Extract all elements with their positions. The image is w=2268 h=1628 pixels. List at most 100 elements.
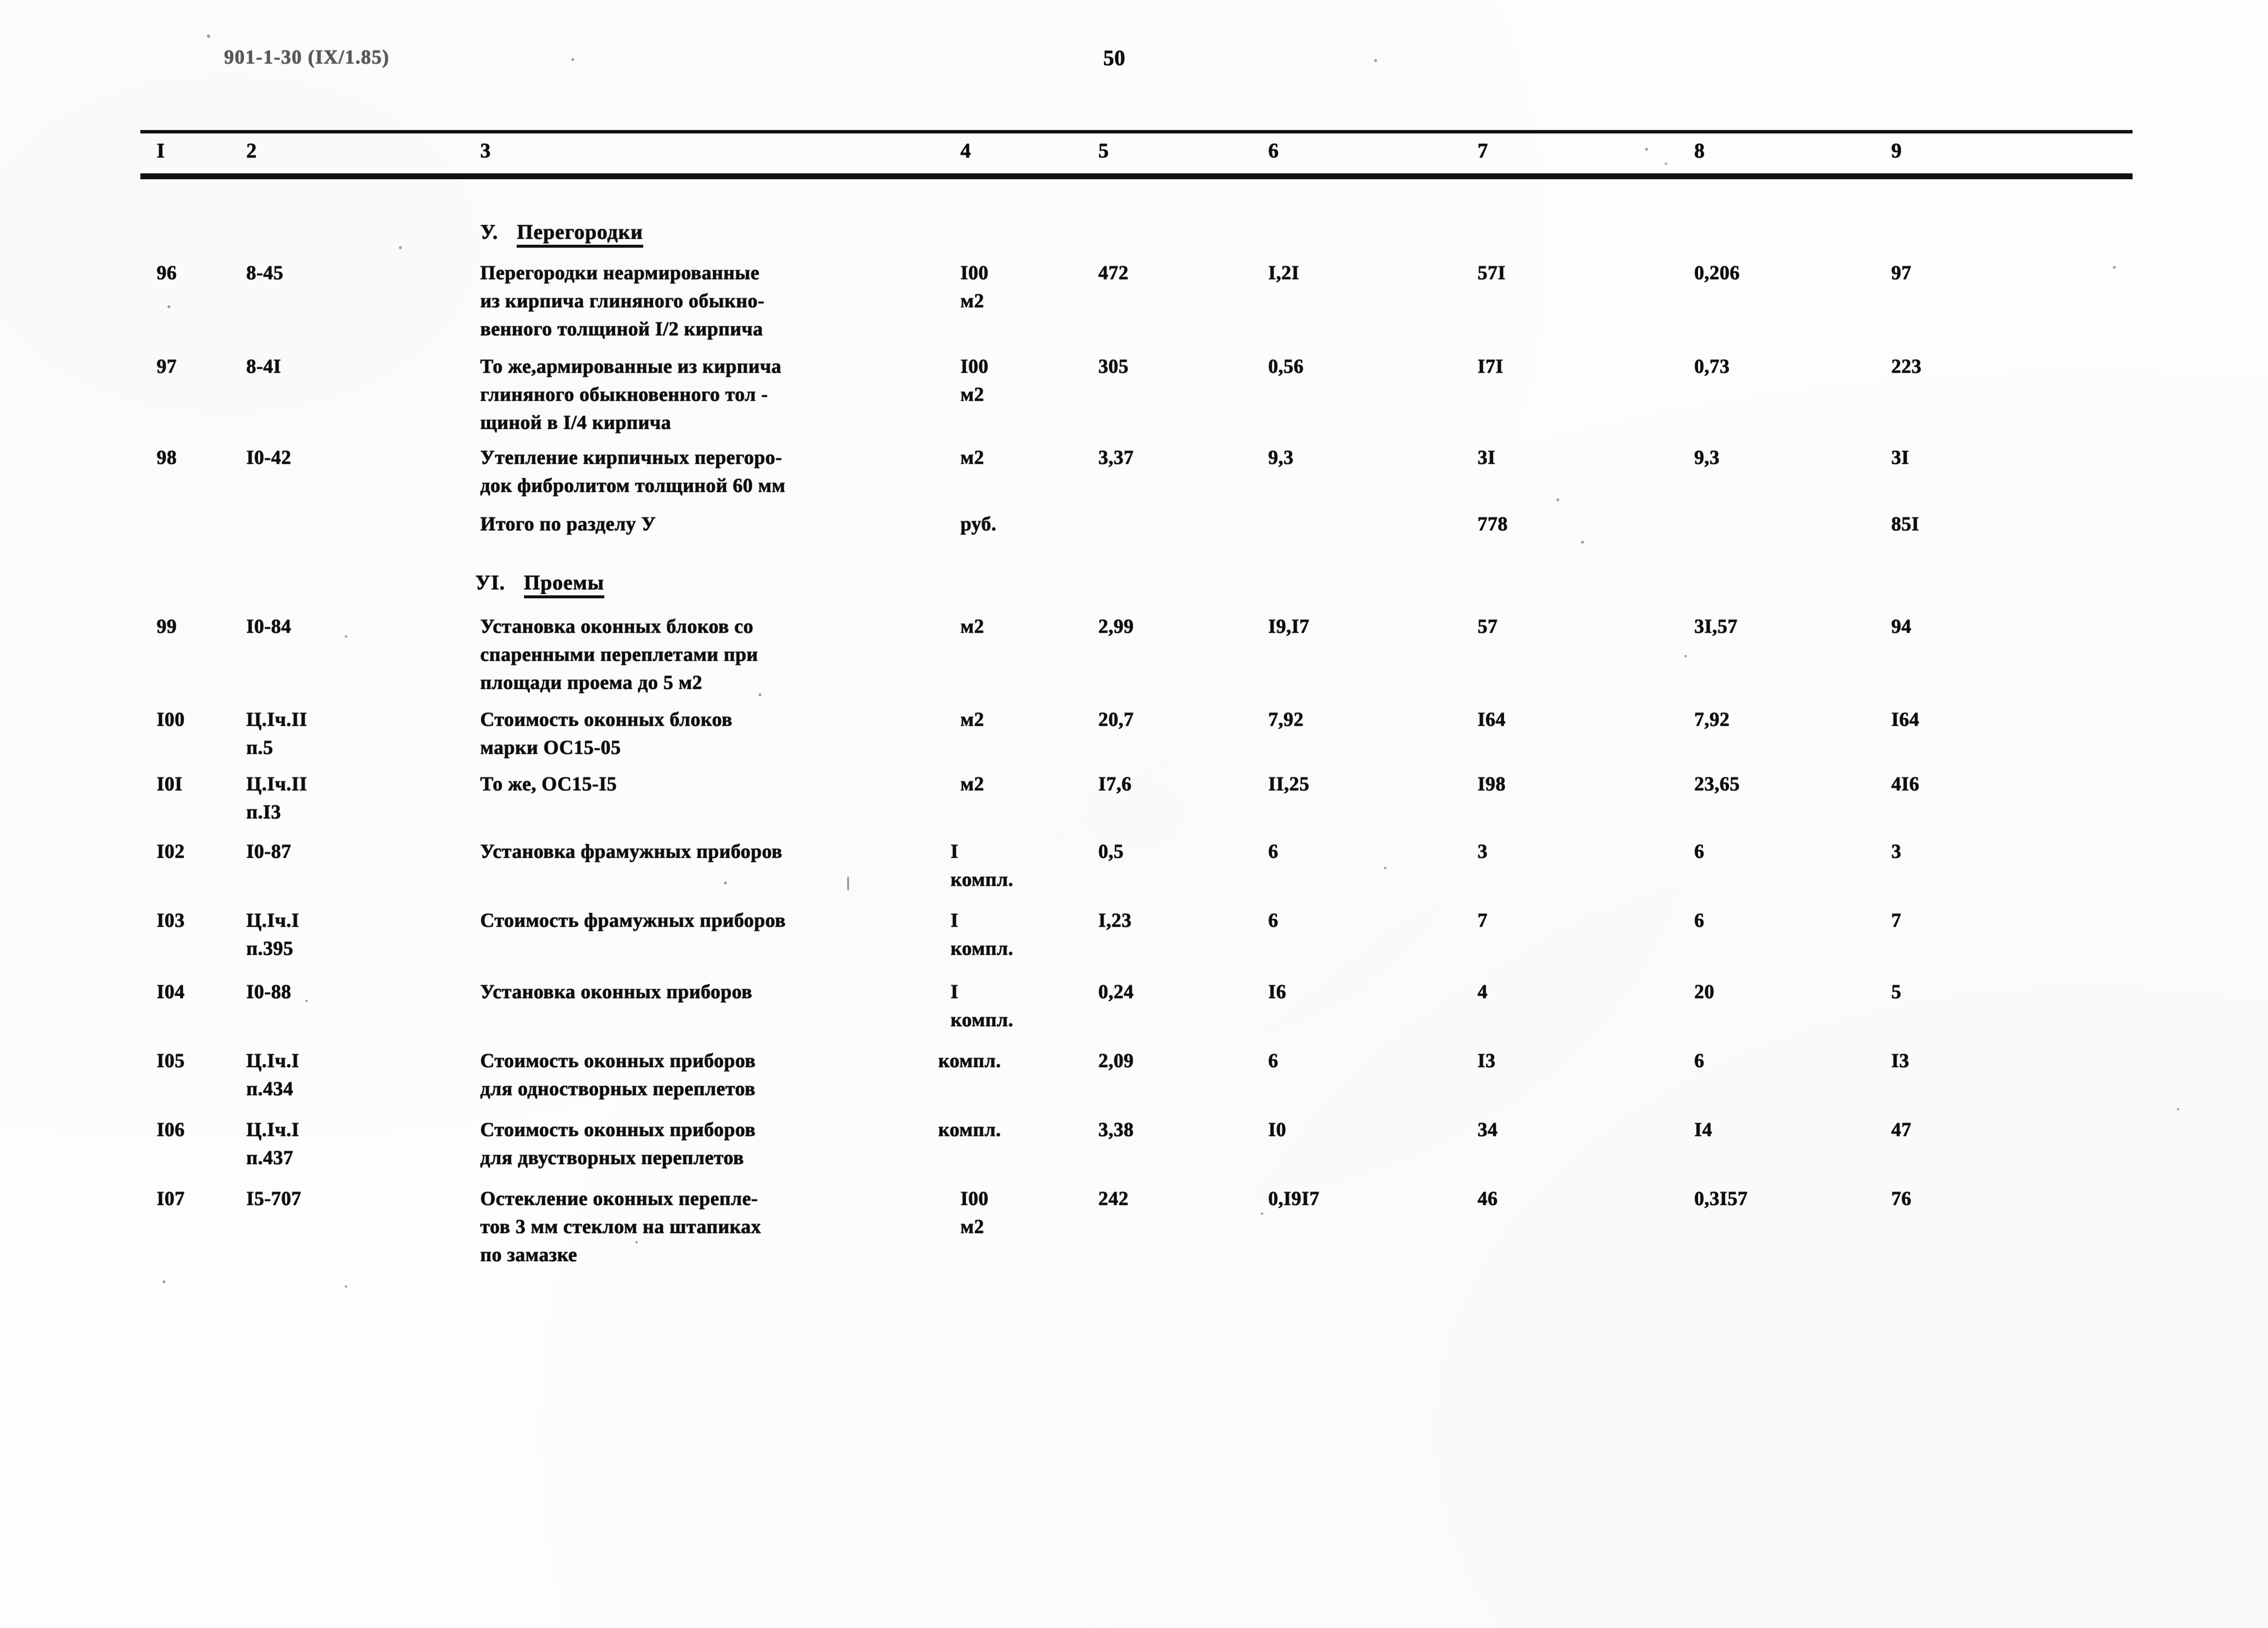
table-row: I06 bbox=[157, 1118, 185, 1140]
scan-speck bbox=[1581, 541, 1584, 544]
table-row: 9,3 bbox=[1268, 446, 1294, 468]
table-row: 5 bbox=[1891, 980, 1902, 1003]
table-row: Ц.Iч.I п.434 bbox=[246, 1049, 299, 1100]
table-row: I0-87 bbox=[246, 840, 292, 862]
table-row: 94 bbox=[1891, 615, 1911, 637]
document-page: 901-1-30 (IX/1.85) 50 I 2 3 4 5 6 7 8 9 … bbox=[0, 0, 2268, 1628]
table-row: 3I bbox=[1478, 446, 1496, 468]
table-row: 97 bbox=[1891, 261, 1911, 284]
table-row: I компл. bbox=[951, 980, 1014, 1031]
table-row: 6 bbox=[1694, 909, 1705, 931]
table-row: I64 bbox=[1891, 708, 1920, 730]
table-row: 2,99 bbox=[1098, 615, 1134, 637]
table-row: I3 bbox=[1891, 1049, 1909, 1072]
subtotal-row: 85I bbox=[1891, 513, 1920, 535]
table-row: I9,I7 bbox=[1268, 615, 1310, 637]
scan-speck bbox=[399, 246, 402, 249]
table-row: 6 bbox=[1268, 840, 1279, 862]
table-row: 3 bbox=[1891, 840, 1902, 862]
table-row: Стоимость оконных приборов для одноствор… bbox=[480, 1049, 756, 1100]
paper-texture bbox=[0, 0, 2268, 1628]
table-row: 242 bbox=[1098, 1187, 1129, 1209]
table-row: 97 bbox=[157, 355, 177, 377]
table-row: м2 bbox=[960, 708, 985, 730]
table-row: I64 bbox=[1478, 708, 1506, 730]
table-row: 305 bbox=[1098, 355, 1129, 377]
table-row: компл. bbox=[938, 1049, 1001, 1072]
table-row: I04 bbox=[157, 980, 185, 1003]
scan-speck bbox=[571, 58, 574, 61]
table-row: I,2I bbox=[1268, 261, 1300, 284]
table-row: I00 м2 bbox=[960, 1187, 989, 1237]
table-row: 57 bbox=[1478, 615, 1498, 637]
table-row: I7I bbox=[1478, 355, 1504, 377]
table-row: 0,56 bbox=[1268, 355, 1304, 377]
table-row: 3 bbox=[1478, 840, 1488, 862]
table-row: 4I6 bbox=[1891, 773, 1920, 795]
table-row: 47 bbox=[1891, 1118, 1911, 1140]
column-header-6: 6 bbox=[1268, 140, 1279, 163]
table-row: Стоимость фрамужных приборов bbox=[480, 909, 786, 931]
subtotal-row-unit: руб. bbox=[960, 513, 997, 535]
scan-speck bbox=[1261, 1212, 1263, 1215]
table-row: м2 bbox=[960, 615, 985, 637]
table-row: I6 bbox=[1268, 980, 1286, 1003]
page-number: 50 bbox=[1103, 46, 1125, 70]
section-roman-numeral: УI. bbox=[475, 572, 505, 594]
subtotal-row-label: Итого по разделу У bbox=[480, 513, 656, 535]
section-title-text: Проемы bbox=[524, 572, 604, 598]
table-row: Стоимость оконных блоков марки ОС15-05 bbox=[480, 708, 733, 758]
table-row: I07 bbox=[157, 1187, 185, 1209]
table-row: 99 bbox=[157, 615, 177, 637]
table-row: I0I bbox=[157, 773, 183, 795]
table-row: I компл. bbox=[951, 840, 1014, 890]
table-row: 0,3I57 bbox=[1694, 1187, 1748, 1209]
subtotal-row: 778 bbox=[1478, 513, 1508, 535]
section-roman-numeral: У. bbox=[480, 221, 498, 244]
table-row: I02 bbox=[157, 840, 185, 862]
table-row: м2 bbox=[960, 773, 985, 795]
table-row: 3,37 bbox=[1098, 446, 1134, 468]
scan-speck bbox=[724, 881, 727, 884]
table-row: Установка оконных блоков со спаренными п… bbox=[480, 615, 758, 693]
table-row: I0-42 bbox=[246, 446, 292, 468]
table-row: I98 bbox=[1478, 773, 1506, 795]
column-header-8: 8 bbox=[1694, 140, 1705, 163]
scan-speck bbox=[635, 1241, 638, 1243]
table-row: I0 bbox=[1268, 1118, 1286, 1140]
table-row: 7 bbox=[1891, 909, 1902, 931]
table-row: Стоимость оконных приборов для двустворн… bbox=[480, 1118, 756, 1169]
table-row: 6 bbox=[1694, 1049, 1705, 1072]
scan-speck bbox=[1384, 867, 1386, 869]
table-row: I,23 bbox=[1098, 909, 1132, 931]
column-header-4: 4 bbox=[960, 140, 971, 163]
table-row: 0,206 bbox=[1694, 261, 1740, 284]
scan-speck bbox=[2113, 266, 2116, 269]
table-row: Ц.Iч.II п.5 bbox=[246, 708, 307, 758]
table-row: I00 bbox=[157, 708, 185, 730]
table-row: I7,6 bbox=[1098, 773, 1132, 795]
table-row: 7 bbox=[1478, 909, 1488, 931]
table-row: I компл. bbox=[951, 909, 1014, 959]
table-row: 34 bbox=[1478, 1118, 1498, 1140]
table-row: м2 bbox=[960, 446, 985, 468]
scan-speck bbox=[1684, 655, 1687, 657]
table-row: 96 bbox=[157, 261, 177, 284]
scan-speck bbox=[1556, 498, 1559, 501]
table-row: 7,92 bbox=[1268, 708, 1304, 730]
table-rule-top bbox=[140, 130, 2133, 133]
table-row: 98 bbox=[157, 446, 177, 468]
table-rule-bottom bbox=[140, 173, 2133, 179]
table-row: Ц.Iч.II п.I3 bbox=[246, 773, 307, 823]
section-heading-peregorodki: У. Перегородки bbox=[480, 221, 643, 248]
section-title-text: Перегородки bbox=[517, 221, 643, 248]
table-row: I00 м2 bbox=[960, 261, 989, 312]
section-heading-proemy: УI. Проемы bbox=[475, 571, 604, 598]
table-row: 23,65 bbox=[1694, 773, 1740, 795]
table-row: 0,5 bbox=[1098, 840, 1124, 862]
table-row: 6 bbox=[1694, 840, 1705, 862]
table-row: 3I,57 bbox=[1694, 615, 1738, 637]
column-header-7: 7 bbox=[1478, 140, 1488, 163]
table-row: 223 bbox=[1891, 355, 1922, 377]
scan-speck bbox=[758, 693, 761, 696]
